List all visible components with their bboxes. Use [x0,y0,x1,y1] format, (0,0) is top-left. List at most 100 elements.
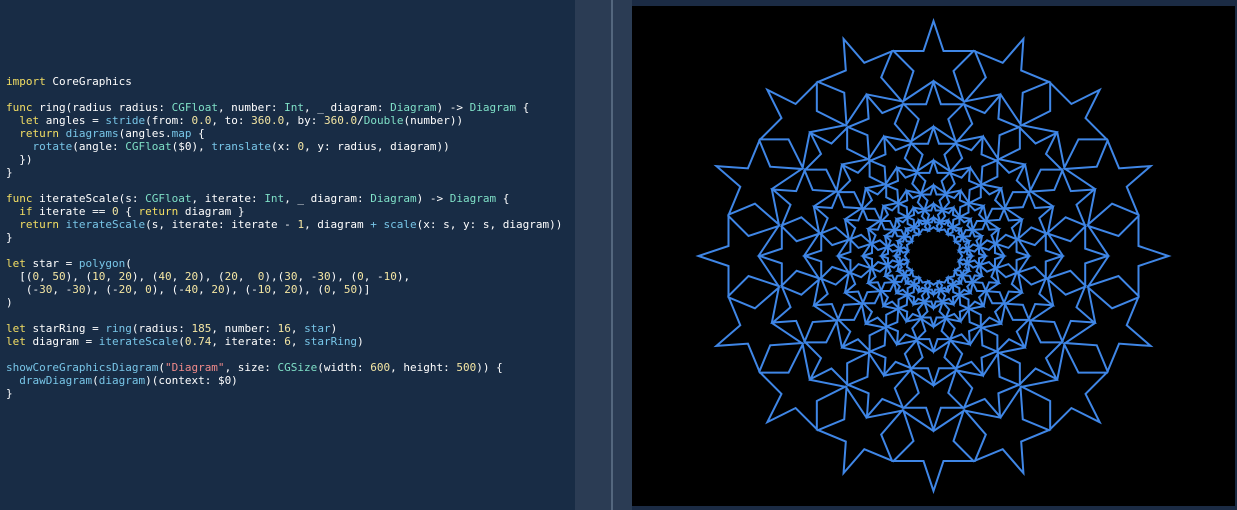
code-line[interactable]: drawDiagram(diagram)(context: $0) [6,374,562,387]
star-shape [879,279,911,311]
diagram-preview [632,6,1235,506]
source-code[interactable]: import CoreGraphics func ring(radius radi… [6,62,562,400]
code-token: stride [105,114,146,127]
code-token: angles = [39,114,106,127]
code-line[interactable]: func iterateScale(s: CGFloat, iterate: I… [6,192,562,205]
star-shape [978,158,1031,211]
code-token: starRing [304,335,358,348]
code-token: CGFloat [125,140,172,153]
code-token: 50 [52,270,66,283]
code-line[interactable] [6,309,562,322]
code-token: Int [284,101,305,114]
star-shape [978,301,1031,354]
code-token: } [6,387,13,400]
code-token: 30 [317,270,331,283]
code-token: (angles. [118,127,172,140]
code-token: , [105,270,119,283]
star-shape [757,341,849,432]
code-token: ), ( [297,283,325,296]
code-token: , diagram [304,218,371,231]
code-token: CGSize [277,361,318,374]
code-token: return [19,218,59,231]
code-token: , [171,270,185,283]
star-shape [756,223,822,289]
code-token: , number: [211,322,278,335]
code-token: 360.0 [323,114,358,127]
code-token: polygon [78,257,126,270]
code-token: , size: [224,361,278,374]
star-shape [860,288,901,329]
code-line[interactable]: ) [6,296,562,309]
code-token: CoreGraphics [45,75,132,88]
code-line[interactable] [6,244,562,257]
code-token: (number)) [403,114,464,127]
code-token: 360.0 [251,114,285,127]
code-token: (angle: [72,140,126,153]
star-shape [1018,80,1110,171]
star-shape [962,35,1052,128]
code-token: let [6,322,26,335]
star-shape [1062,284,1154,375]
code-line[interactable]: let diagram = iterateScale(0.74, iterate… [6,335,562,348]
code-token: ( [92,374,99,387]
star-shape [902,267,923,287]
code-token: let [6,335,26,348]
code-token: (width: [317,361,371,374]
code-token: diagram [98,374,146,387]
code-token: ) -> [416,192,450,205]
code-token: iterate == [32,205,112,218]
code-token: let [19,114,40,127]
code-line[interactable] [6,348,562,361]
code-token: (s, iterate: iterate - [145,218,298,231]
code-token: Diagram [390,101,437,114]
code-line[interactable]: showCoreGraphicsDiagram("Diagram", size:… [6,361,562,374]
code-token: , y: radius, diagram)) [304,140,450,153]
code-line[interactable]: return iterateScale(s, iterate: iterate … [6,218,562,231]
code-editor[interactable]: import CoreGraphics func ring(radius radi… [0,0,575,510]
code-token: }) [6,153,33,166]
code-line[interactable]: let starRing = ring(radius: 185, number:… [6,322,562,335]
star-shape [909,124,958,174]
code-token: Diagram [449,192,497,205]
code-token: Int [264,192,285,205]
code-token: , [271,283,285,296]
code-token: ), [396,270,411,283]
code-token: 20 [211,283,225,296]
split-divider[interactable] [611,0,613,510]
code-token: (x: s, y: s, diagram)) [416,218,563,231]
code-line[interactable]: let angles = stride(from: 0.0, to: 360.0… [6,114,562,127]
star-shape [836,158,889,211]
star-shape [713,284,805,375]
code-token: (radius: [131,322,192,335]
code-token: ) -> [436,101,470,114]
code-line[interactable]: func ring(radius radius: CGFloat, number… [6,101,562,114]
code-line[interactable]: } [6,387,562,400]
code-token: 0.0 [191,114,212,127]
code-token: , [198,283,212,296]
code-line[interactable]: }) [6,153,562,166]
code-token: , [290,322,305,335]
code-line[interactable] [6,179,562,192]
code-line[interactable]: rotate(angle: CGFloat($0), translate(x: … [6,140,562,153]
star-shape [891,17,976,104]
code-token: Double [363,114,404,127]
code-token: , height: [390,361,457,374]
code-line[interactable]: import CoreGraphics [6,75,562,88]
code-token: iterateScale [65,218,146,231]
code-line[interactable]: [(0, 50), (10, 20), (40, 20), (20, 0),(3… [6,270,562,283]
star-ring-diagram [695,17,1172,495]
code-token: (from: [145,114,192,127]
code-line[interactable]: } [6,166,562,179]
code-line[interactable]: (-30, -30), (-20, 0), (-40, 20), (-10, 2… [6,283,562,296]
code-line[interactable] [6,88,562,101]
code-line[interactable]: return diagrams(angles.map { [6,127,562,140]
code-line[interactable]: } [6,231,562,244]
star-shape [815,384,905,477]
code-token: if [19,205,33,218]
code-line[interactable] [6,62,562,75]
code-line[interactable]: if iterate == 0 { return diagram } [6,205,562,218]
code-token: , iterate: [211,335,285,348]
code-token: 20 [118,283,132,296]
code-line[interactable]: let star = polygon( [6,257,562,270]
